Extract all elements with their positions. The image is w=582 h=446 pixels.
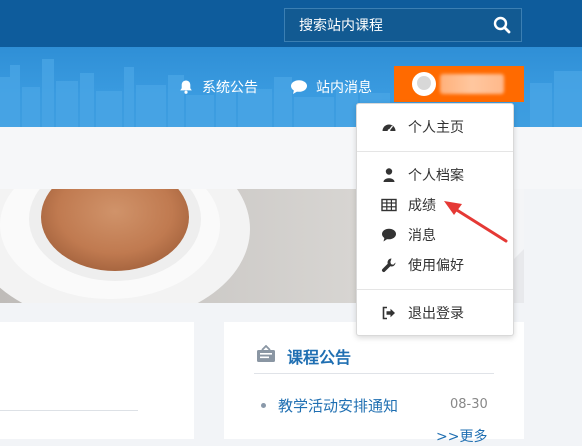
chat-icon: [382, 228, 396, 242]
course-announcements-card: 课程公告 教学活动安排通知 08-30 >>更多: [224, 322, 524, 445]
dashboard-icon: [382, 124, 396, 132]
table-icon: [381, 198, 397, 212]
menu-divider: [357, 151, 513, 152]
more-link[interactable]: >>更多: [436, 426, 487, 446]
avatar: [412, 72, 436, 96]
user-name-redacted: [440, 74, 504, 94]
announcement-date: 08-30: [450, 397, 488, 412]
user-menu-button[interactable]: [394, 66, 524, 102]
divider: [254, 373, 494, 374]
chat-bubble-icon: [291, 80, 307, 94]
search-box[interactable]: [284, 8, 522, 43]
nav-system-announcements[interactable]: 系统公告: [178, 77, 258, 97]
nav-label: 站内消息: [316, 80, 372, 96]
menu-item-label: 成绩: [408, 198, 436, 214]
annotation-arrow-icon: [444, 201, 508, 243]
menu-item-label: 退出登录: [408, 306, 464, 322]
left-content-card: [0, 322, 194, 439]
announcements-heading: 课程公告: [287, 348, 352, 367]
logout-icon: [382, 306, 395, 320]
user-icon: [383, 168, 395, 182]
menu-item-dashboard[interactable]: 个人主页: [357, 114, 513, 140]
search-icon[interactable]: [493, 16, 511, 34]
announcement-title-link[interactable]: 教学活动安排通知: [278, 395, 398, 416]
bullet: [261, 403, 266, 408]
menu-item-preferences[interactable]: 使用偏好: [357, 252, 513, 278]
menu-divider: [357, 289, 513, 290]
wrench-icon: [381, 258, 396, 273]
menu-item-profile[interactable]: 个人档案: [357, 162, 513, 188]
menu-item-label: 个人主页: [408, 120, 464, 136]
top-bar: [0, 0, 582, 47]
search-input[interactable]: [297, 9, 491, 43]
menu-item-logout[interactable]: 退出登录: [357, 300, 513, 326]
menu-item-label: 消息: [408, 228, 436, 244]
menu-item-label: 个人档案: [408, 168, 464, 184]
nav-site-messages[interactable]: 站内消息: [290, 77, 372, 97]
menu-item-label: 使用偏好: [408, 258, 464, 274]
bell-icon: [180, 80, 192, 94]
divider: [0, 410, 138, 411]
notice-board-icon: [257, 345, 275, 362]
nav-label: 系统公告: [202, 80, 258, 96]
